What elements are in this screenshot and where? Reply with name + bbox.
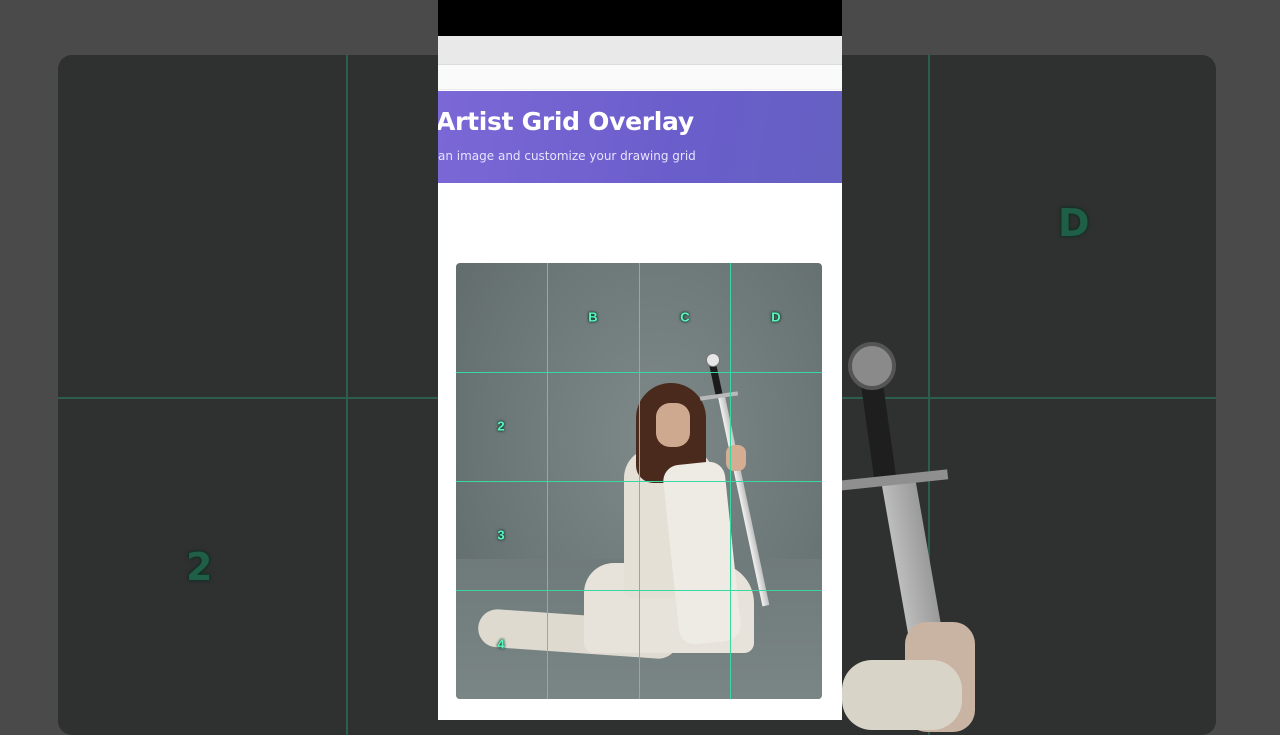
photo-sword-pommel [706,353,720,367]
browser-address-strip[interactable] [438,65,842,90]
background-column-label: D [1058,201,1090,245]
app-subtitle: an image and customize your drawing grid [438,149,696,163]
browser-toolbar[interactable] [438,36,842,65]
background-grid-line [346,55,348,735]
app-title: Artist Grid Overlay [438,107,694,136]
status-bar [438,0,842,36]
app-header: Artist Grid Overlay an image and customi… [438,91,842,183]
grid-canvas[interactable]: B C D 2 3 4 [456,263,822,699]
background-row-label: 2 [186,545,213,589]
grid-line-horizontal [456,590,822,591]
grid-row-label-2: 2 [497,418,505,434]
photo-face [656,403,690,447]
grid-row-label-4: 4 [497,636,505,652]
photo-hands [726,445,746,471]
grid-line-horizontal [456,372,822,373]
grid-column-label-b: B [588,309,598,325]
background-sword-pommel [848,342,896,390]
mobile-screen: Artist Grid Overlay an image and customi… [438,0,842,720]
photo-sword-grip [709,362,723,398]
grid-column-label-d: D [771,309,781,325]
grid-line-horizontal [456,481,822,482]
grid-column-label-c: C [680,309,690,325]
grid-row-label-3: 3 [497,527,505,543]
